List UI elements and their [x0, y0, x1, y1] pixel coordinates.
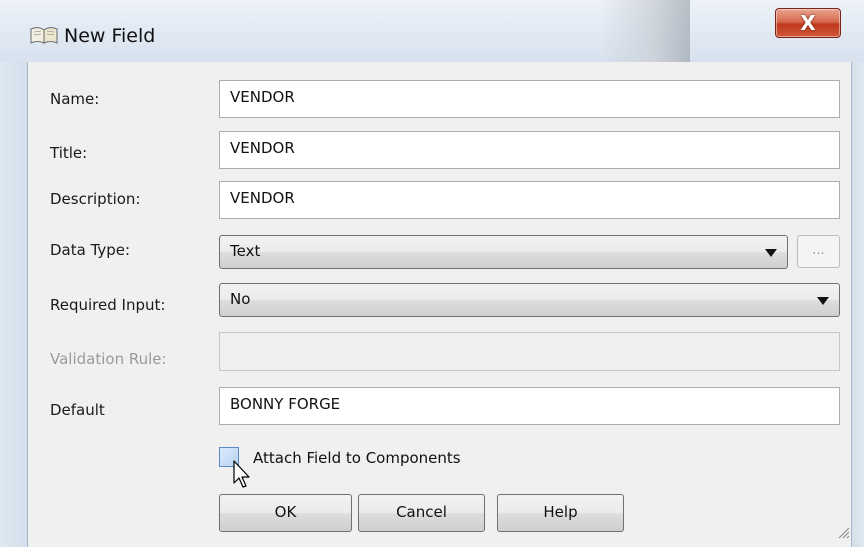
name-field[interactable]: VENDOR	[219, 80, 840, 118]
required-input-value: No	[230, 290, 251, 308]
ok-button[interactable]: OK	[219, 494, 352, 532]
help-button[interactable]: Help	[497, 494, 624, 532]
close-icon: X	[800, 11, 816, 35]
close-button[interactable]: X	[775, 8, 841, 38]
book-icon	[30, 27, 58, 44]
name-label: Name:	[50, 90, 100, 108]
validation-rule-field	[219, 332, 840, 371]
title-bar[interactable]: New Field X	[0, 0, 864, 63]
resize-grip-icon[interactable]	[836, 525, 850, 539]
validation-rule-label: Validation Rule:	[50, 350, 167, 368]
required-input-select[interactable]: No	[219, 283, 840, 317]
description-field[interactable]: VENDOR	[219, 181, 840, 219]
dialog-title: New Field	[64, 25, 156, 47]
mouse-cursor-icon	[233, 460, 250, 488]
chevron-down-icon	[817, 297, 829, 305]
default-field[interactable]: BONNY FORGE	[219, 387, 840, 425]
required-input-label: Required Input:	[50, 296, 166, 314]
attach-components-label[interactable]: Attach Field to Components	[253, 449, 461, 467]
default-label: Default	[50, 401, 105, 419]
data-type-select[interactable]: Text	[219, 235, 788, 269]
cancel-button[interactable]: Cancel	[358, 494, 485, 532]
window-frame-right	[851, 62, 864, 547]
title-bar-glass	[600, 0, 690, 62]
title-label: Title:	[50, 144, 88, 162]
data-type-value: Text	[230, 242, 261, 260]
window-frame-left	[0, 62, 28, 547]
new-field-dialog: New Field X Name: VENDOR Title: VENDOR D…	[0, 0, 864, 547]
data-type-browse-button[interactable]: ...	[797, 235, 840, 268]
description-label: Description:	[50, 190, 141, 208]
data-type-label: Data Type:	[50, 241, 131, 259]
chevron-down-icon	[765, 249, 777, 257]
title-field[interactable]: VENDOR	[219, 131, 840, 169]
